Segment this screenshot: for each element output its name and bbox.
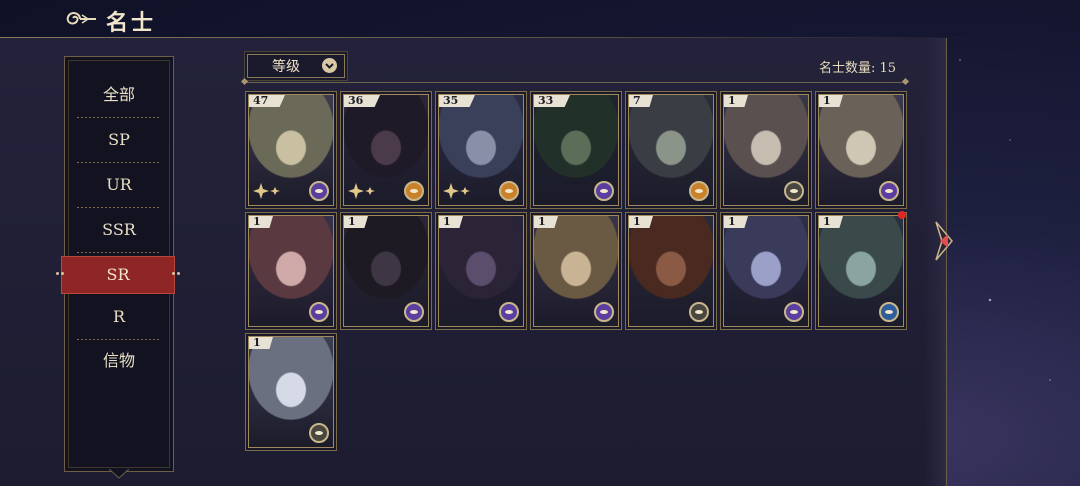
faction-badge-icon bbox=[404, 302, 424, 322]
star-rank-icon bbox=[348, 183, 375, 199]
hero-card[interactable]: 1 bbox=[628, 215, 714, 327]
ornament-dots-right bbox=[170, 272, 182, 276]
sort-dropdown-label: 等级 bbox=[272, 59, 300, 75]
rarity-sidebar: 全部 SP UR SSR SR R 信物 bbox=[56, 56, 180, 479]
faction-badge-icon bbox=[689, 181, 709, 201]
faction-badge-icon bbox=[879, 302, 899, 322]
faction-badge-icon bbox=[784, 302, 804, 322]
faction-badge-icon bbox=[309, 181, 329, 201]
star-rank-icon bbox=[443, 183, 470, 199]
sidebar-item-ur[interactable]: UR bbox=[73, 167, 165, 208]
hero-level: 1 bbox=[439, 216, 463, 228]
faction-badge-icon bbox=[499, 302, 519, 322]
hero-card[interactable]: 1 bbox=[818, 94, 904, 206]
sidebar-item-all[interactable]: 全部 bbox=[73, 77, 165, 118]
hero-level: 1 bbox=[819, 95, 843, 107]
hero-card[interactable]: 1 bbox=[533, 215, 619, 327]
faction-badge-icon bbox=[309, 423, 329, 443]
sidebar-item-label: 全部 bbox=[102, 85, 135, 104]
hero-card[interactable]: 1 bbox=[343, 215, 429, 327]
chevron-down-icon bbox=[322, 58, 337, 73]
faction-badge-icon bbox=[309, 302, 329, 322]
notification-dot bbox=[898, 211, 906, 219]
hero-card[interactable]: 36 bbox=[343, 94, 429, 206]
sidebar-item-label: 信物 bbox=[102, 351, 135, 370]
sidebar-item-label: UR bbox=[106, 175, 132, 194]
hero-level: 1 bbox=[819, 216, 843, 228]
sidebar-item-label: R bbox=[112, 307, 126, 326]
faction-badge-icon bbox=[594, 181, 614, 201]
faction-badge-icon bbox=[689, 302, 709, 322]
faction-badge-icon bbox=[404, 181, 424, 201]
sidebar-bottom-ornament-icon bbox=[109, 469, 129, 479]
hero-level: 36 bbox=[344, 95, 380, 107]
hero-card[interactable]: 1 bbox=[723, 94, 809, 206]
header: 名士 bbox=[0, 0, 1080, 38]
hero-level: 1 bbox=[724, 95, 748, 107]
sort-dropdown[interactable]: 等级 bbox=[247, 54, 345, 78]
faction-badge-icon bbox=[499, 181, 519, 201]
hero-card[interactable]: 1 bbox=[438, 215, 524, 327]
sidebar-item-token[interactable]: 信物 bbox=[73, 343, 165, 379]
page-title: 名士 bbox=[106, 10, 157, 36]
hero-level: 1 bbox=[534, 216, 558, 228]
hero-level: 33 bbox=[534, 95, 570, 107]
sidebar-item-sr[interactable]: SR bbox=[56, 256, 180, 294]
hero-level: 1 bbox=[344, 216, 368, 228]
star-rank-icon bbox=[253, 183, 280, 199]
hero-level: 7 bbox=[629, 95, 653, 107]
sidebar-item-label: SR bbox=[106, 265, 130, 284]
faction-badge-icon bbox=[784, 181, 804, 201]
hero-level: 47 bbox=[249, 95, 285, 107]
hero-card[interactable]: 1 bbox=[248, 215, 334, 327]
sidebar-item-label: SP bbox=[108, 130, 130, 149]
hero-card[interactable]: 1 bbox=[818, 215, 904, 327]
sidebar-item-ssr[interactable]: SSR bbox=[73, 212, 165, 253]
faction-badge-icon bbox=[879, 181, 899, 201]
hero-card[interactable]: 47 bbox=[248, 94, 334, 206]
hero-level: 1 bbox=[724, 216, 748, 228]
hero-card[interactable]: 7 bbox=[628, 94, 714, 206]
hero-card[interactable]: 1 bbox=[248, 336, 334, 448]
hero-level: 1 bbox=[249, 337, 273, 349]
hero-level: 1 bbox=[249, 216, 273, 228]
hero-level: 35 bbox=[439, 95, 475, 107]
scroll-right-arrow-icon[interactable] bbox=[932, 220, 956, 262]
ornament-dots-left bbox=[54, 272, 66, 276]
sidebar-item-r[interactable]: R bbox=[73, 299, 165, 340]
sidebar-item-sp[interactable]: SP bbox=[73, 122, 165, 163]
hero-card[interactable]: 33 bbox=[533, 94, 619, 206]
faction-badge-icon bbox=[594, 302, 614, 322]
hero-card[interactable]: 1 bbox=[723, 215, 809, 327]
back-swirl-icon[interactable] bbox=[62, 6, 100, 32]
sidebar-item-label: SSR bbox=[102, 220, 136, 239]
toolbar-divider bbox=[244, 82, 906, 83]
hero-count: 名士数量: 15 bbox=[819, 61, 897, 76]
hero-card[interactable]: 35 bbox=[438, 94, 524, 206]
hero-level: 1 bbox=[629, 216, 653, 228]
